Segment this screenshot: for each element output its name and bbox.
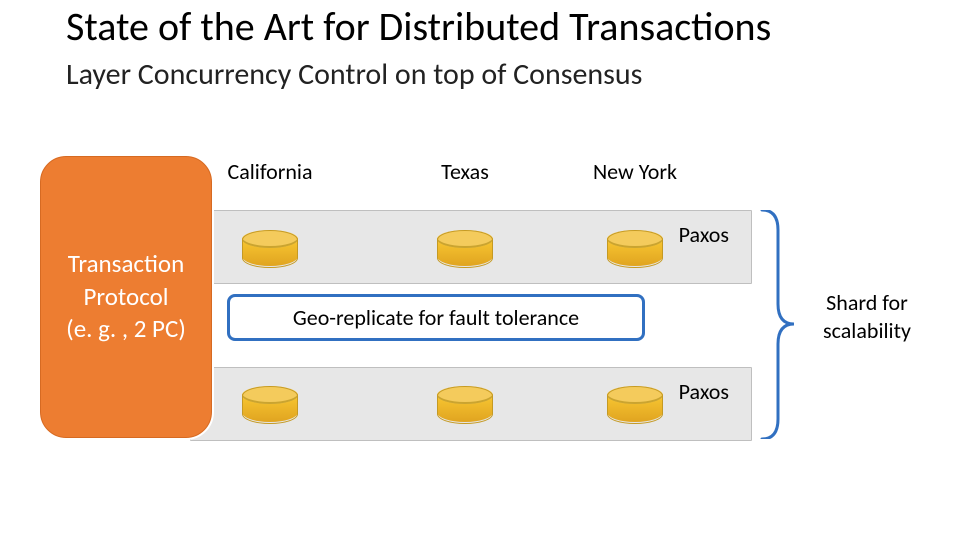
database-icon [437, 232, 493, 270]
region-label-0: California [227, 158, 312, 185]
database-icon [437, 388, 493, 426]
database-icon [242, 388, 298, 426]
paxos-label-2: Paxos [679, 378, 729, 405]
geo-replicate-label: Geo-replicate for fault tolerance [293, 304, 579, 331]
shard-label: Shard for scalability [804, 289, 930, 344]
brace-icon [760, 210, 794, 439]
database-icon [242, 232, 298, 270]
transaction-protocol-box: Transaction Protocol (e. g. , 2 PC) [38, 154, 214, 440]
paxos-label-1: Paxos [679, 221, 729, 248]
database-icon [607, 388, 663, 426]
database-icon [607, 232, 663, 270]
region-label-1: Texas [441, 158, 489, 185]
geo-replicate-callout: Geo-replicate for fault tolerance [227, 294, 645, 341]
slide-title: State of the Art for Distributed Transac… [66, 2, 771, 51]
transaction-protocol-label: Transaction Protocol (e. g. , 2 PC) [50, 248, 202, 346]
slide-subtitle: Layer Concurrency Control on top of Cons… [66, 56, 642, 93]
region-label-2: New York [593, 158, 677, 185]
